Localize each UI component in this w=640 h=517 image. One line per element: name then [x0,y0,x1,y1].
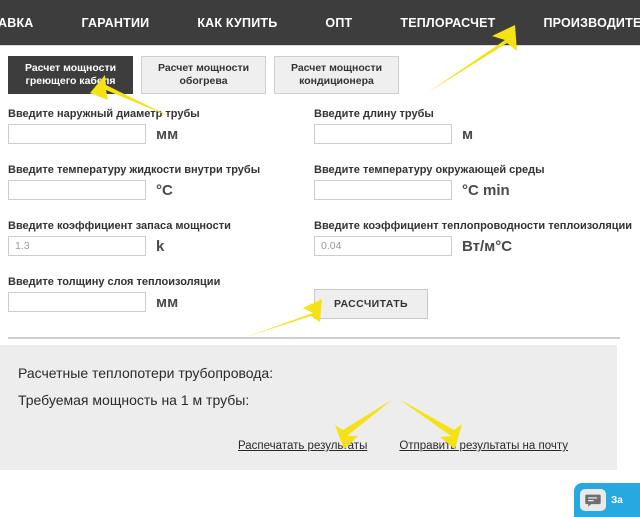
result-links: Распечатать результаты Отправить результ… [238,440,568,452]
field-pipe-length: Введите длину трубы м [314,108,473,144]
email-results-link[interactable]: Отправить результаты на почту [399,440,568,452]
unit-thermal-conductivity-coefficient: Вт/м°С [462,237,513,255]
top-navigation-bar: АВКА ГАРАНТИИ КАК КУПИТЬ ОПТ ТЕПЛОРАСЧЕТ… [0,0,640,46]
nav-item-opt[interactable]: ОПТ [301,16,376,30]
nav-item-proizvoditeli[interactable]: ПРОИЗВОДИТЕЛИ [519,16,640,30]
unit-pipe-outer-diameter: мм [156,125,179,143]
label-insulation-thickness: Введите толщину слоя теплоизоляции [8,276,221,288]
field-pipe-outer-diameter: Введите наружный диаметр трубы мм [8,108,200,144]
print-results-link[interactable]: Распечатать результаты [238,440,367,452]
nav-item-dostavka[interactable]: АВКА [0,16,58,30]
field-liquid-temperature: Введите температуру жидкости внутри труб… [8,164,260,200]
field-power-reserve-coefficient: Введите коэффициент запаса мощности k [8,220,231,256]
nav-items-list: АВКА ГАРАНТИИ КАК КУПИТЬ ОПТ ТЕПЛОРАСЧЕТ… [0,0,640,46]
result-heat-loss-label: Расчетные теплопотери трубопровода: [18,365,274,381]
label-ambient-temperature: Введите температуру окружающей среды [314,164,545,176]
field-thermal-conductivity-coefficient: Введите коэффициент теплопроводности теп… [314,220,632,256]
callback-chat-widget[interactable]: За [574,483,640,517]
field-insulation-thickness: Введите толщину слоя теплоизоляции мм [8,276,220,312]
unit-ambient-temperature: °C min [462,181,510,199]
label-pipe-length: Введите длину трубы [314,108,434,120]
chat-widget-label: За [611,494,623,506]
input-ambient-temperature[interactable] [314,180,452,200]
unit-liquid-temperature: °C [156,181,173,199]
results-panel: Расчетные теплопотери трубопровода: Треб… [0,345,617,470]
nav-item-teploraschet[interactable]: ТЕПЛОРАСЧЕТ [376,16,519,30]
nav-item-kak-kupit[interactable]: КАК КУПИТЬ [173,16,301,30]
section-divider [8,337,620,339]
calculate-button[interactable]: РАССЧИТАТЬ [314,289,428,319]
input-pipe-length[interactable] [314,124,452,144]
result-power-per-meter-label: Требуемая мощность на 1 м трубы: [18,392,250,408]
input-pipe-outer-diameter[interactable] [8,124,146,144]
tab-air-conditioner-power[interactable]: Расчет мощности кондиционера [274,56,399,94]
label-liquid-temperature: Введите температуру жидкости внутри труб… [8,164,261,176]
unit-power-reserve-coefficient: k [156,237,165,255]
label-thermal-conductivity-coefficient: Введите коэффициент теплопроводности теп… [314,220,633,232]
field-ambient-temperature: Введите температуру окружающей среды °C … [314,164,545,200]
label-pipe-outer-diameter: Введите наружный диаметр трубы [8,108,200,120]
label-power-reserve-coefficient: Введите коэффициент запаса мощности [8,220,231,232]
input-insulation-thickness[interactable] [8,292,146,312]
chat-bubble-icon [580,489,606,511]
tab-heating-power[interactable]: Расчет мощности обогрева [141,56,266,94]
tab-heating-cable-power[interactable]: Расчет мощности греющего кабеля [8,56,133,94]
input-liquid-temperature[interactable] [8,180,146,200]
nav-item-garantii[interactable]: ГАРАНТИИ [58,16,174,30]
unit-insulation-thickness: мм [156,293,179,311]
input-thermal-conductivity-coefficient[interactable] [314,236,452,256]
calculator-tabs: Расчет мощности греющего кабеля Расчет м… [8,56,399,94]
unit-pipe-length: м [462,125,474,143]
input-power-reserve-coefficient[interactable] [8,236,146,256]
